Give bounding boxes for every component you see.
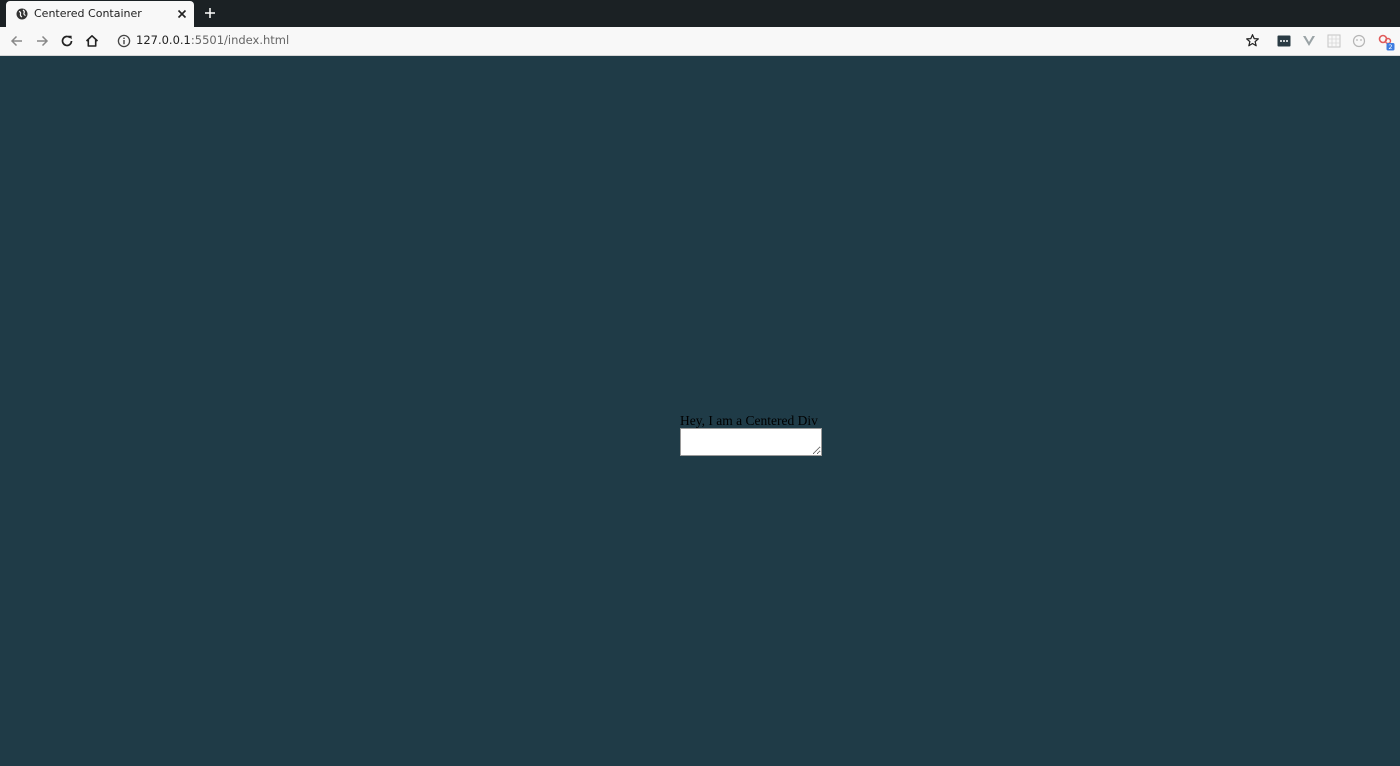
reload-icon[interactable] — [59, 33, 75, 49]
plus-icon[interactable] — [203, 6, 217, 20]
extension-more-icon[interactable] — [1277, 34, 1291, 48]
info-icon[interactable] — [117, 34, 131, 48]
browser-tab-active[interactable]: Centered Container — [6, 1, 194, 27]
extension-face-icon[interactable] — [1352, 34, 1366, 48]
extension-badge-icon[interactable]: 2 — [1377, 33, 1395, 51]
home-icon[interactable] — [84, 33, 100, 49]
globe-icon — [16, 8, 28, 20]
browser-toolbar: 127.0.0.1:5501/index.html 2 — [0, 27, 1400, 56]
centered-div-text: Hey, I am a Centered Div — [680, 413, 818, 428]
centered-div: Hey, I am a Centered Div — [680, 413, 822, 456]
tab-title: Centered Container — [34, 7, 142, 20]
extension-grid-icon[interactable] — [1327, 34, 1341, 48]
close-icon[interactable] — [176, 8, 188, 20]
forward-arrow-icon[interactable] — [34, 33, 50, 49]
back-arrow-icon[interactable] — [9, 33, 25, 49]
centered-textarea[interactable] — [680, 428, 822, 456]
page-viewport: Hey, I am a Centered Div — [0, 56, 1400, 766]
vue-devtools-icon[interactable] — [1302, 34, 1316, 48]
svg-text:2: 2 — [1388, 43, 1392, 51]
url-path: :5501/index.html — [190, 33, 290, 47]
star-icon[interactable] — [1245, 33, 1260, 48]
tab-strip: Centered Container — [0, 0, 1400, 27]
address-bar[interactable]: 127.0.0.1:5501/index.html — [136, 33, 289, 47]
url-host: 127.0.0.1 — [136, 33, 191, 47]
